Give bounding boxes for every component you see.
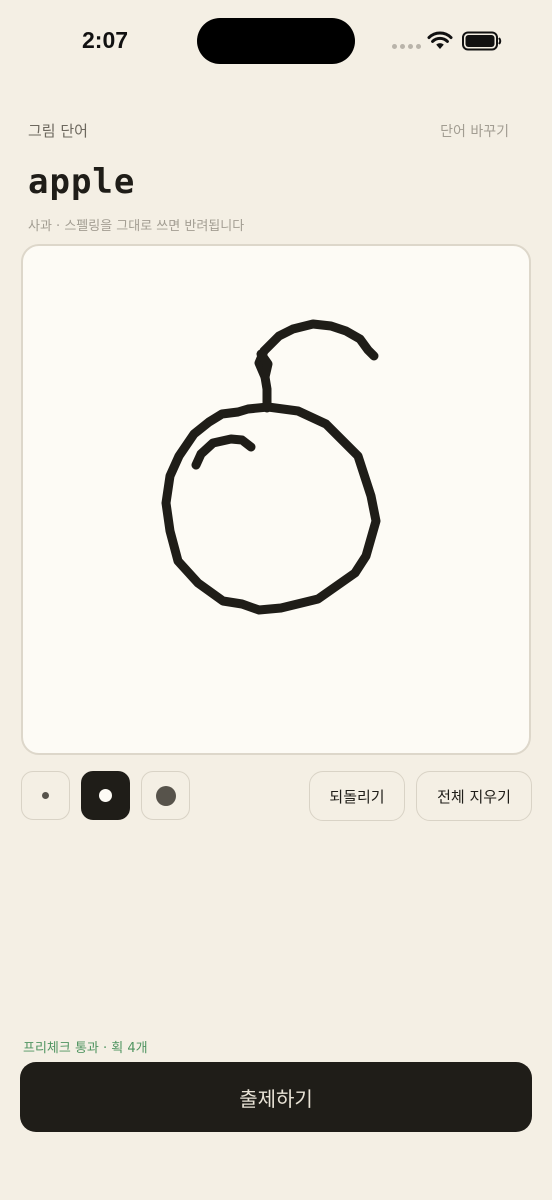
brush-large-button[interactable] <box>141 771 190 820</box>
wifi-icon <box>427 31 453 49</box>
status-time: 2:07 <box>82 27 129 53</box>
clear-all-button[interactable]: 전체 지우기 <box>416 771 532 821</box>
stroke-highlight <box>191 434 256 470</box>
brush-medium-button[interactable] <box>81 771 130 820</box>
drawing-canvas[interactable] <box>21 244 531 755</box>
drawing-screen: 2:07 그림 단어 단어 바꾸기 apple 사과 · 스펠링을 그대로 쓰면… <box>0 0 552 1200</box>
change-word-button[interactable]: 단어 바꾸기 <box>440 121 509 141</box>
stroke-stem <box>254 319 379 413</box>
battery-icon <box>462 31 502 51</box>
status-bar: 2:07 <box>0 0 552 84</box>
section-label: 그림 단어 <box>28 122 88 140</box>
undo-button[interactable]: 되돌리기 <box>309 771 405 821</box>
brush-small-button[interactable] <box>21 771 70 820</box>
precheck-status: 프리체크 통과 · 획 4개 <box>23 1041 148 1056</box>
target-word: apple <box>28 162 136 202</box>
brush-dot-icon <box>155 785 176 806</box>
dynamic-island <box>197 18 355 64</box>
brush-dot-icon <box>99 789 112 802</box>
cellular-signal-icon <box>392 44 421 49</box>
word-hint: 사과 · 스펠링을 그대로 쓰면 반려됩니다 <box>28 219 245 234</box>
apple-drawing <box>161 319 381 615</box>
brush-dot-icon <box>42 792 49 799</box>
submit-button[interactable]: 출제하기 <box>20 1062 532 1132</box>
stroke-body <box>161 402 381 615</box>
